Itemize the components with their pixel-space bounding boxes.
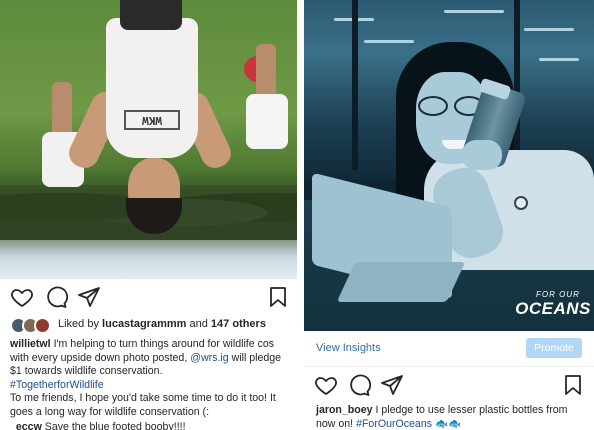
person-hand — [462, 140, 502, 170]
liker-username[interactable]: lucastagrammm — [102, 318, 186, 330]
caption-mention[interactable]: @wrs.ig — [190, 352, 228, 364]
likes-row: Liked by lucastagrammm and 147 others — [0, 315, 297, 337]
caption-paragraph: willietwl I'm helping to turn things aro… — [10, 338, 291, 379]
comment-text: Save the blue footed booby!!!! — [41, 421, 186, 430]
view-insights-link[interactable]: View Insights — [316, 342, 381, 354]
caption-hashtag[interactable]: #ForOurOceans — [356, 418, 432, 430]
share-icon[interactable] — [380, 373, 404, 397]
brand-small-text: FOR OUR — [536, 290, 580, 299]
caption-hashtag[interactable]: #TogetherforWildlife — [10, 379, 104, 391]
avatar[interactable] — [34, 317, 51, 334]
liked-by-label: Liked by — [58, 318, 99, 330]
liker-avatars — [10, 317, 54, 335]
heart-icon[interactable] — [314, 373, 338, 397]
post-right: FOR OUR OCEANS View Insights Promote jar… — [304, 0, 594, 430]
post-caption: willietwl I'm helping to turn things aro… — [10, 338, 291, 430]
action-bar — [0, 279, 297, 315]
shirt-print: WKW — [124, 110, 180, 130]
comment-icon[interactable] — [44, 285, 68, 309]
heart-icon[interactable] — [10, 285, 34, 309]
likes-count[interactable]: 147 others — [211, 318, 266, 330]
promote-button[interactable]: Promote — [526, 338, 582, 358]
person-main: WKW — [64, 0, 236, 235]
post-photo[interactable]: FOR OUR OCEANS — [304, 0, 594, 331]
caption-username[interactable]: jaron_boey — [316, 404, 373, 416]
likes-text: Liked by lucastagrammm and 147 others — [58, 318, 266, 330]
post-photo-upside-down[interactable]: WKW — [0, 0, 297, 279]
liked-by-and: and — [189, 318, 208, 330]
bookmark-icon[interactable] — [266, 285, 290, 309]
action-bar — [304, 367, 594, 401]
for-our-oceans-logo: FOR OUR OCEANS — [514, 290, 592, 319]
caption-username[interactable]: willietwl — [10, 338, 51, 350]
caption-line-2: To me friends, I hope you'd take some ti… — [10, 392, 276, 418]
share-icon[interactable] — [77, 285, 101, 309]
post-caption: jaron_boey I pledge to use lesser plasti… — [316, 404, 588, 430]
comment-icon[interactable] — [347, 373, 371, 397]
brand-big-text: OCEANS — [515, 299, 591, 318]
post-left: WKW Liked by lucastagrammm and 147 other… — [0, 0, 297, 430]
wristwatch — [514, 196, 528, 210]
laptop-base — [336, 262, 466, 302]
caption-emoji: 🐟🐟 — [432, 417, 462, 430]
person-background-right — [246, 44, 288, 164]
insights-bar: View Insights Promote — [304, 331, 594, 367]
comment-username[interactable]: _eccw — [10, 421, 42, 430]
bookmark-icon[interactable] — [561, 373, 585, 397]
